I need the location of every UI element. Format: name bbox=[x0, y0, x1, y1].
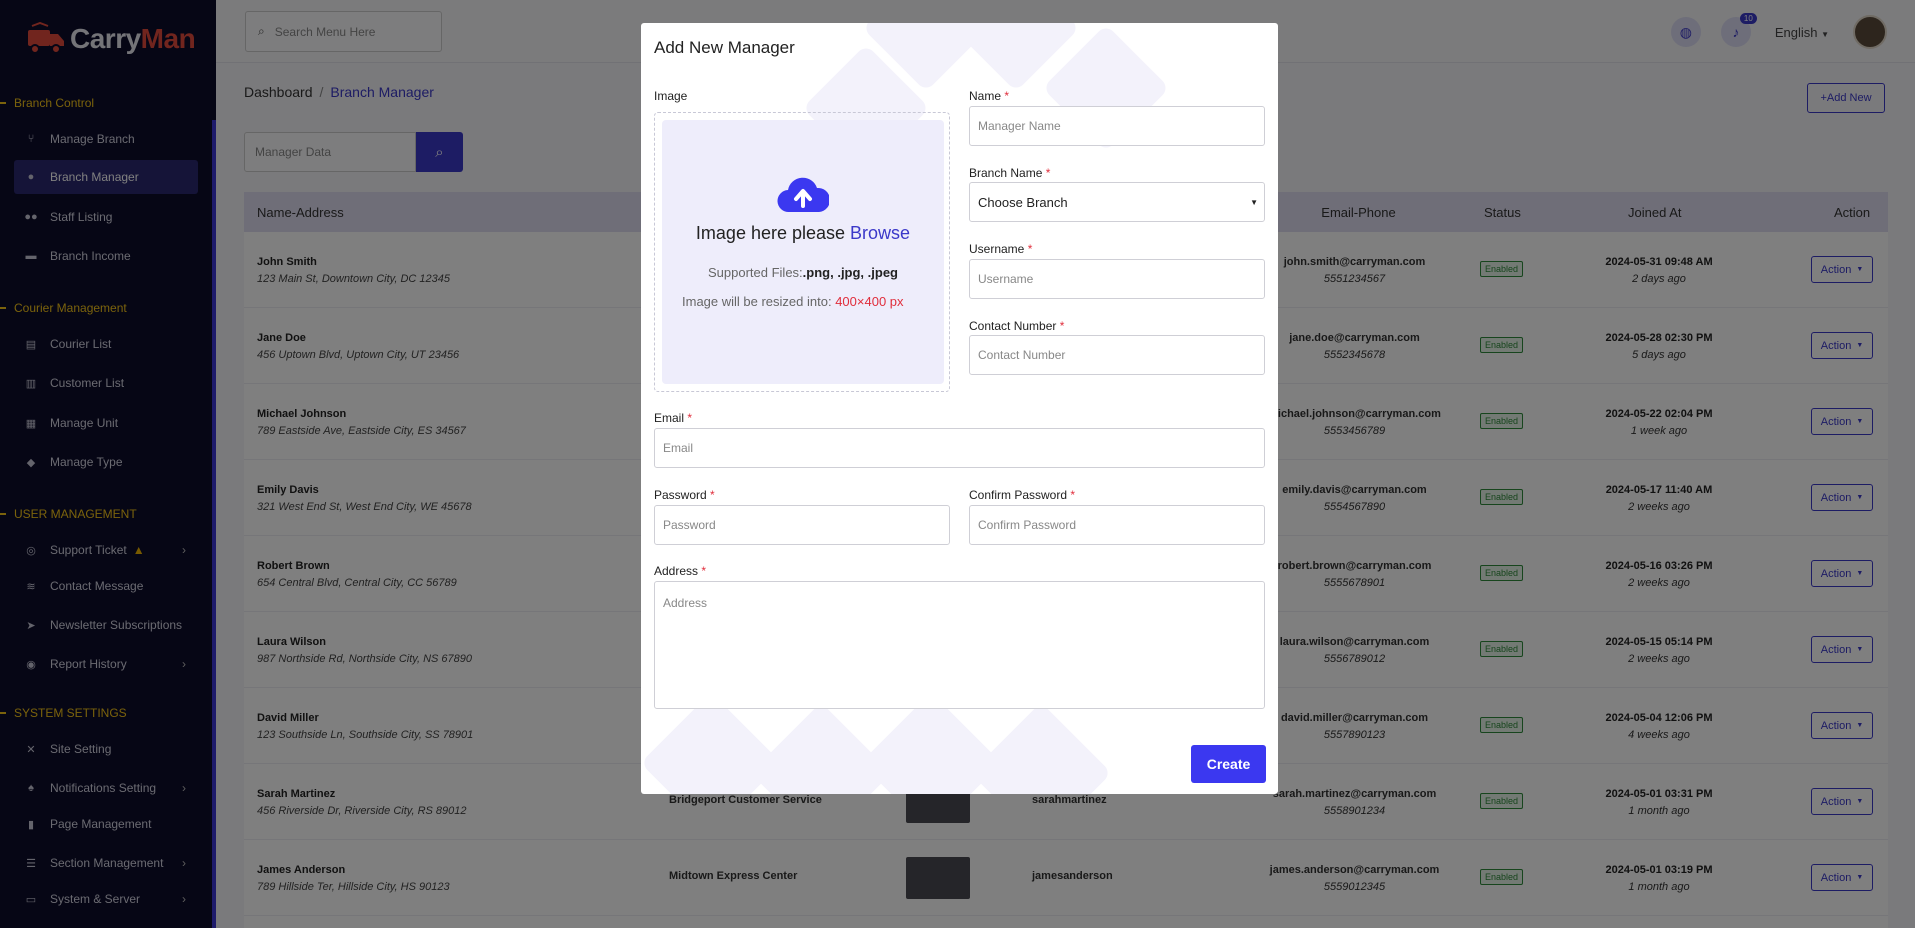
supported-types: .png, .jpg, .jpeg bbox=[802, 265, 898, 280]
branch-name-label: Branch Name * bbox=[969, 166, 1050, 180]
username-placeholder: Username bbox=[978, 272, 1034, 286]
cloud-upload-icon bbox=[777, 176, 831, 214]
required-mark: * bbox=[701, 564, 707, 578]
address-label-text: Address bbox=[654, 564, 699, 578]
contact-number-input[interactable]: Contact Number bbox=[969, 335, 1265, 375]
address-label: Address * bbox=[654, 564, 706, 578]
manager-name-input[interactable]: Manager Name bbox=[969, 106, 1265, 146]
resize-size: 400×400 px bbox=[835, 294, 904, 309]
browse-link[interactable]: Browse bbox=[850, 223, 910, 243]
background-decoration bbox=[970, 702, 1112, 794]
password-input[interactable]: Password bbox=[654, 505, 950, 545]
confirm-password-input[interactable]: Confirm Password bbox=[969, 505, 1265, 545]
username-label: Username * bbox=[969, 242, 1032, 256]
upload-text: Image here please bbox=[695, 223, 846, 243]
confirm-label-text: Confirm Password bbox=[969, 488, 1068, 502]
add-manager-modal: Add New Manager Image Image here please … bbox=[641, 23, 1278, 794]
upload-instruction: Image here please Browse bbox=[662, 223, 944, 244]
branch-select[interactable]: Choose Branch ▼ bbox=[969, 182, 1265, 222]
branch-label-text: Branch Name bbox=[969, 166, 1043, 180]
required-mark: * bbox=[1070, 488, 1076, 502]
password-label: Password * bbox=[654, 488, 715, 502]
resize-note: Image will be resized into: 400×400 px bbox=[682, 292, 927, 312]
password-label-text: Password bbox=[654, 488, 707, 502]
email-input[interactable]: Email bbox=[654, 428, 1265, 468]
image-label: Image bbox=[654, 89, 688, 103]
name-label-text: Name bbox=[969, 89, 1002, 103]
supported-label: Supported Files: bbox=[708, 265, 803, 280]
image-upload-zone[interactable]: Image here please Browse Supported Files… bbox=[654, 112, 950, 392]
name-label: Name * bbox=[969, 89, 1009, 103]
contact-placeholder: Contact Number bbox=[978, 348, 1066, 362]
confirm-placeholder: Confirm Password bbox=[978, 518, 1077, 532]
address-textarea[interactable]: Address bbox=[654, 581, 1265, 709]
address-placeholder: Address bbox=[663, 596, 708, 610]
email-label: Email * bbox=[654, 411, 692, 425]
branch-select-value: Choose Branch bbox=[978, 194, 1068, 210]
name-placeholder: Manager Name bbox=[978, 119, 1061, 133]
confirm-password-label: Confirm Password * bbox=[969, 488, 1075, 502]
required-mark: * bbox=[687, 411, 693, 425]
required-mark: * bbox=[710, 488, 715, 502]
username-label-text: Username bbox=[969, 242, 1025, 256]
create-button[interactable]: Create bbox=[1191, 745, 1266, 783]
password-placeholder: Password bbox=[663, 518, 716, 532]
email-placeholder: Email bbox=[663, 441, 694, 455]
caret-down-icon: ▼ bbox=[1250, 197, 1258, 207]
required-mark: * bbox=[1045, 166, 1051, 180]
resize-text: Image will be resized into: bbox=[682, 294, 832, 309]
contact-label-text: Contact Number bbox=[969, 319, 1057, 333]
required-mark: * bbox=[1027, 242, 1033, 256]
username-input[interactable]: Username bbox=[969, 259, 1265, 299]
required-mark: * bbox=[1059, 319, 1065, 333]
image-upload-area[interactable]: Image here please Browse Supported Files… bbox=[662, 120, 944, 384]
modal-title: Add New Manager bbox=[654, 38, 795, 57]
email-label-text: Email bbox=[654, 411, 685, 425]
supported-files: Supported Files:.png, .jpg, .jpeg bbox=[662, 265, 944, 280]
contact-number-label: Contact Number * bbox=[969, 319, 1064, 333]
background-decoration bbox=[750, 702, 892, 794]
required-mark: * bbox=[1004, 89, 1010, 103]
